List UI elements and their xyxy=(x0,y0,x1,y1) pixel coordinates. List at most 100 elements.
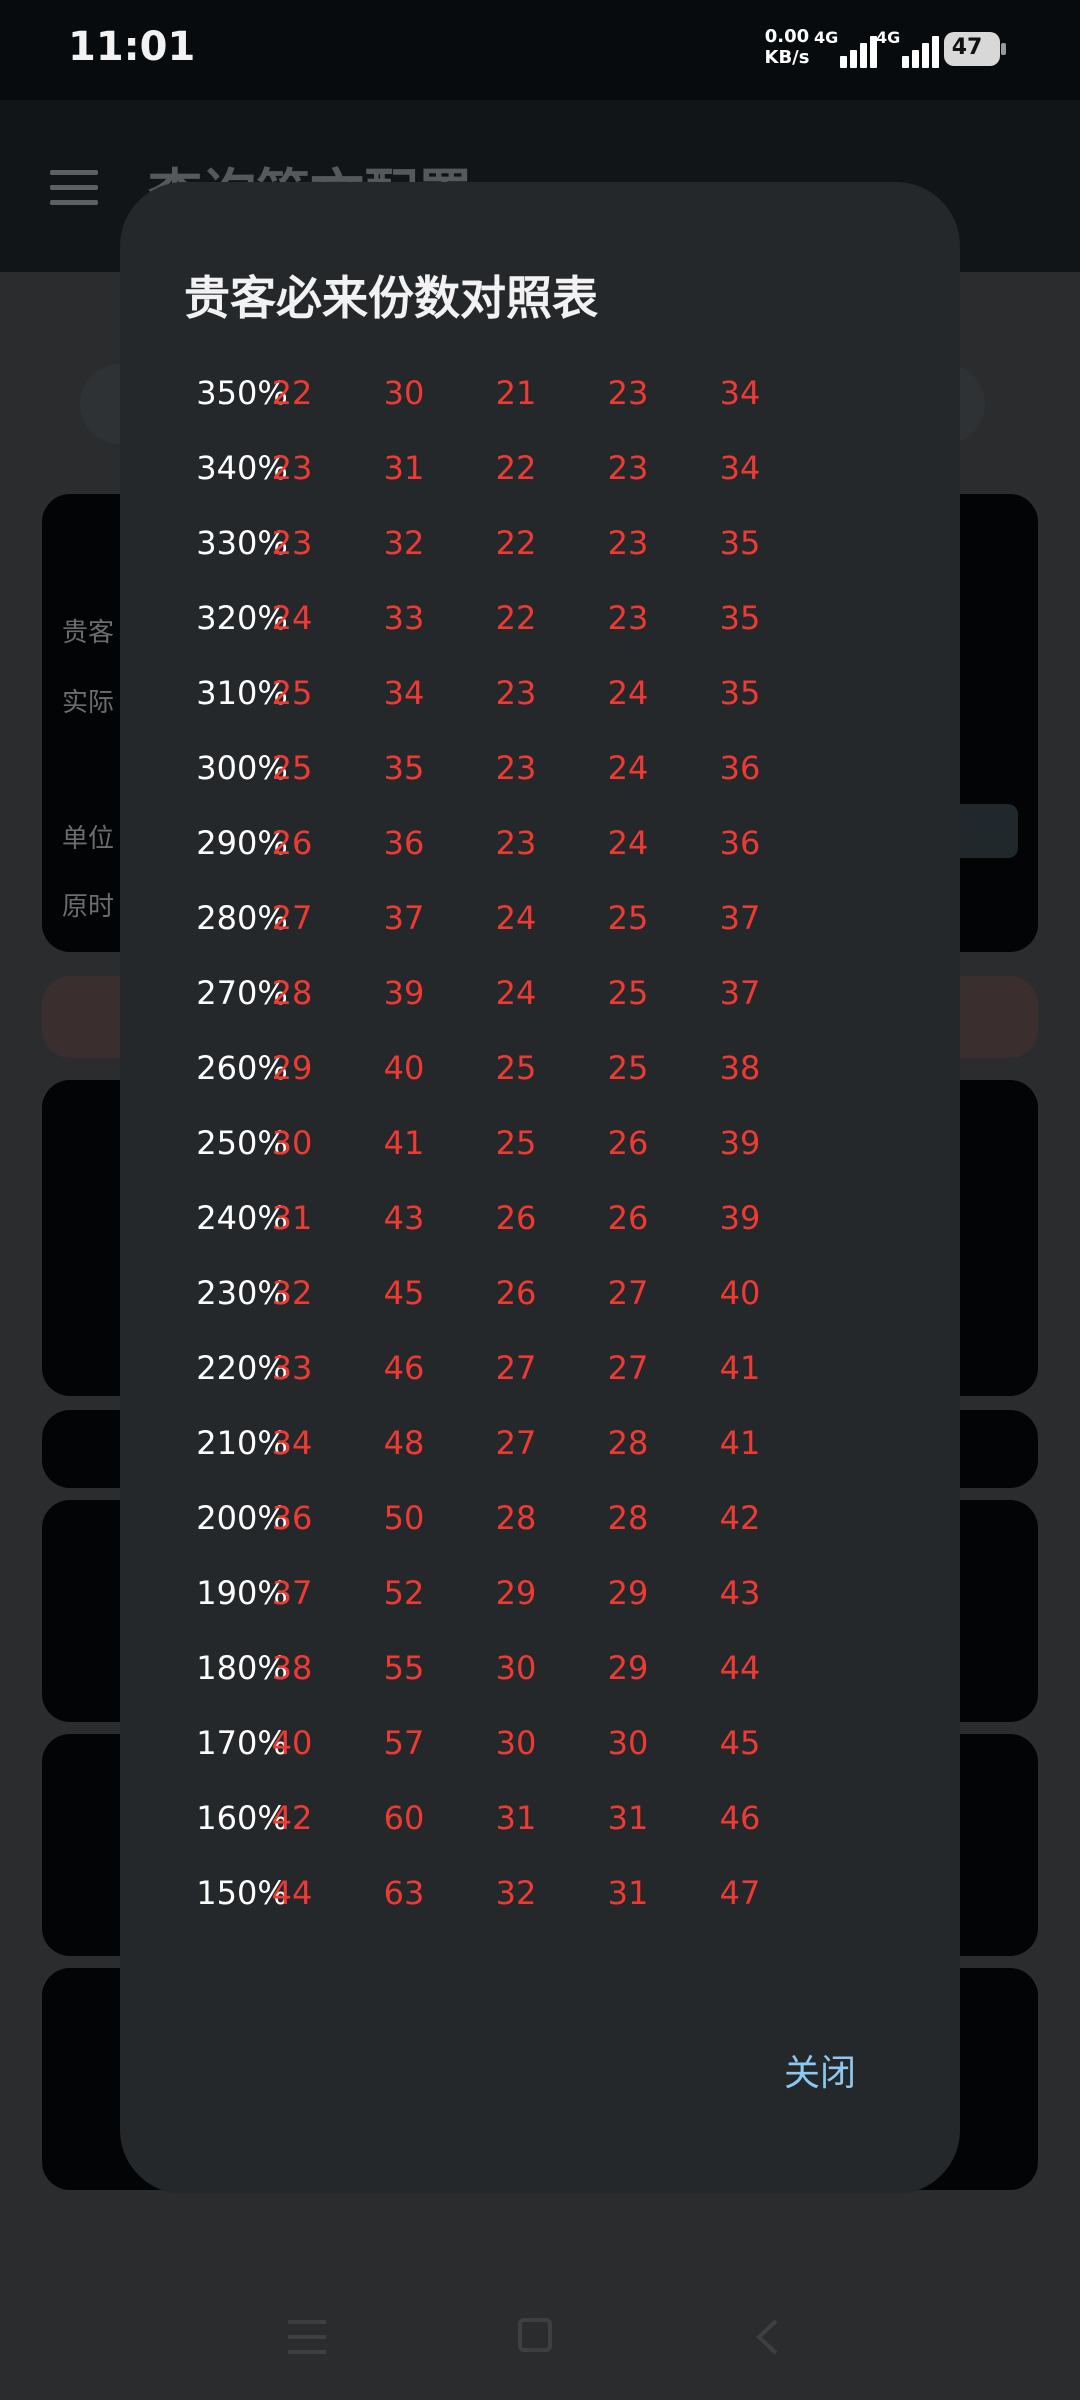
table-cell: 31 xyxy=(495,1799,537,1837)
table-cell: 34 xyxy=(719,449,761,487)
table-cell: 46 xyxy=(383,1349,425,1387)
table-row: 170% 40 57 30 30 45 xyxy=(120,1713,960,1773)
table-cell: 52 xyxy=(383,1574,425,1612)
table-cell: 45 xyxy=(383,1274,425,1312)
table-cell: 50 xyxy=(383,1499,425,1537)
table-row: 320% 24 33 22 23 35 xyxy=(120,588,960,648)
close-button[interactable]: 关闭 xyxy=(760,2042,880,2106)
table-cell: 43 xyxy=(719,1574,761,1612)
table-cell: 46 xyxy=(719,1799,761,1837)
table-cell: 40 xyxy=(719,1274,761,1312)
table-row: 350% 22 30 21 23 34 xyxy=(120,363,960,423)
table-cell: 23 xyxy=(495,674,537,712)
table-cell: 29 xyxy=(607,1649,649,1687)
table-row: 230% 32 45 26 27 40 xyxy=(120,1263,960,1323)
table-cell: 36 xyxy=(719,824,761,862)
table-cell: 32 xyxy=(383,524,425,562)
table-cell: 41 xyxy=(719,1424,761,1462)
table-cell: 28 xyxy=(495,1499,537,1537)
table-cell: 23 xyxy=(271,524,313,562)
table-cell: 28 xyxy=(607,1499,649,1537)
table-cell: 36 xyxy=(719,749,761,787)
table-cell: 36 xyxy=(271,1499,313,1537)
menu-icon[interactable] xyxy=(50,170,98,206)
table-cell: 21 xyxy=(495,374,537,412)
table-cell: 42 xyxy=(719,1499,761,1537)
table-cell: 34 xyxy=(383,674,425,712)
table-cell: 41 xyxy=(383,1124,425,1162)
table-cell: 29 xyxy=(271,1049,313,1087)
table-cell: 23 xyxy=(271,449,313,487)
table-cell: 22 xyxy=(495,599,537,637)
table-row: 280% 27 37 24 25 37 xyxy=(120,888,960,948)
table-cell: 27 xyxy=(495,1424,537,1462)
table-row: 300% 25 35 23 24 36 xyxy=(120,738,960,798)
table-cell: 23 xyxy=(607,599,649,637)
table-row: 240% 31 43 26 26 39 xyxy=(120,1188,960,1248)
table-cell: 27 xyxy=(271,899,313,937)
table-row: 190% 37 52 29 29 43 xyxy=(120,1563,960,1623)
table-cell: 42 xyxy=(271,1799,313,1837)
lookup-table-dialog: 贵客必来份数对照表 350% 22 30 21 23 34 340% 23 31 22 23 34 33… xyxy=(120,182,960,2194)
table-cell: 63 xyxy=(383,1874,425,1912)
table-row: 290% 26 36 23 24 36 xyxy=(120,813,960,873)
network-speed-value: 0.00 xyxy=(764,26,810,47)
table-cell: 48 xyxy=(383,1424,425,1462)
table-cell: 40 xyxy=(271,1724,313,1762)
table-cell: 22 xyxy=(271,374,313,412)
nav-recents-button[interactable] xyxy=(288,2320,326,2354)
table-cell: 44 xyxy=(271,1874,313,1912)
table-cell: 23 xyxy=(607,524,649,562)
table-cell: 27 xyxy=(607,1349,649,1387)
table-cell: 24 xyxy=(607,824,649,862)
status-bar: 11:01 0.00 KB/s 4G 4G 47 xyxy=(0,0,1080,100)
table-cell: 31 xyxy=(607,1799,649,1837)
table-row: 250% 30 41 25 26 39 xyxy=(120,1113,960,1173)
table-cell: 25 xyxy=(495,1124,537,1162)
table-cell: 25 xyxy=(271,749,313,787)
table-cell: 55 xyxy=(383,1649,425,1687)
table-cell: 32 xyxy=(271,1274,313,1312)
table-row: 270% 28 39 24 25 37 xyxy=(120,963,960,1023)
table-cell: 37 xyxy=(383,899,425,937)
table-cell: 30 xyxy=(383,374,425,412)
table-cell: 26 xyxy=(495,1199,537,1237)
nav-back-button[interactable] xyxy=(754,2318,780,2356)
table-cell: 32 xyxy=(495,1874,537,1912)
dialog-title: 贵客必来份数对照表 xyxy=(184,271,598,325)
table-cell: 25 xyxy=(607,1049,649,1087)
table-cell: 37 xyxy=(271,1574,313,1612)
table-cell: 24 xyxy=(607,674,649,712)
table-cell: 39 xyxy=(719,1124,761,1162)
table-cell: 23 xyxy=(495,824,537,862)
table-cell: 43 xyxy=(383,1199,425,1237)
table-row: 220% 33 46 27 27 41 xyxy=(120,1338,960,1398)
table-cell: 28 xyxy=(607,1424,649,1462)
battery-icon: 47 xyxy=(944,32,1006,66)
table-cell: 23 xyxy=(495,749,537,787)
table-row: 330% 23 32 22 23 35 xyxy=(120,513,960,573)
bg-label-2: 实际 xyxy=(62,688,115,718)
table-cell: 36 xyxy=(383,824,425,862)
table-row: 340% 23 31 22 23 34 xyxy=(120,438,960,498)
table-cell: 57 xyxy=(383,1724,425,1762)
table-cell: 25 xyxy=(607,899,649,937)
table-cell: 30 xyxy=(271,1124,313,1162)
table-cell: 34 xyxy=(719,374,761,412)
status-time: 11:01 xyxy=(68,24,196,70)
table-row: 160% 42 60 31 31 46 xyxy=(120,1788,960,1848)
table-cell: 37 xyxy=(719,974,761,1012)
table-cell: 30 xyxy=(607,1724,649,1762)
table-cell: 40 xyxy=(383,1049,425,1087)
network-speed: 0.00 KB/s xyxy=(762,26,812,68)
table-cell: 27 xyxy=(495,1349,537,1387)
network-speed-unit: KB/s xyxy=(764,47,810,68)
nav-home-button[interactable] xyxy=(518,2318,552,2352)
table-cell: 39 xyxy=(719,1199,761,1237)
table-cell: 47 xyxy=(719,1874,761,1912)
table-cell: 27 xyxy=(607,1274,649,1312)
table-cell: 25 xyxy=(495,1049,537,1087)
battery-level: 47 xyxy=(951,35,983,60)
table-cell: 35 xyxy=(719,674,761,712)
table-cell: 24 xyxy=(271,599,313,637)
